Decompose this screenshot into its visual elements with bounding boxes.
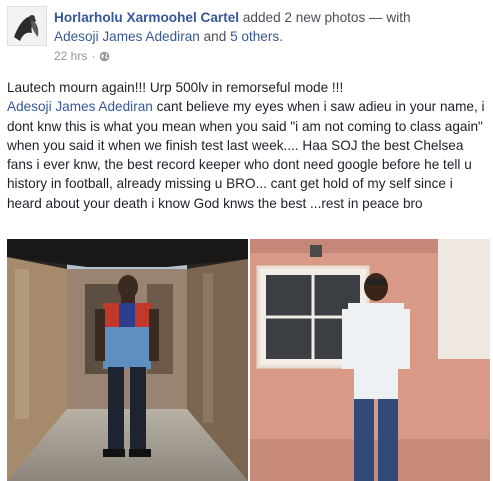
post-header-tags: Adesoji James Adediran and 5 others. bbox=[54, 28, 283, 46]
and-text: and bbox=[199, 29, 231, 44]
globe-icon[interactable] bbox=[99, 51, 110, 62]
post-text-line1: Lautech mourn again!!! Urp 500lv in remo… bbox=[7, 80, 344, 95]
tagged-person-link[interactable]: Adesoji James Adediran bbox=[54, 29, 200, 44]
post-photo-1[interactable] bbox=[7, 239, 248, 481]
photo-image-1 bbox=[7, 239, 248, 481]
post-photo-2[interactable] bbox=[250, 239, 490, 481]
post-message: Lautech mourn again!!! Urp 500lv in remo… bbox=[7, 78, 487, 213]
author-name-link[interactable]: Horlarholu Xarmoohel Cartel bbox=[54, 10, 239, 25]
post-text-body: cant believe my eyes when i saw adieu in… bbox=[7, 99, 489, 211]
post-action-text: added 2 new photos — with bbox=[239, 10, 411, 25]
photo-image-2 bbox=[250, 239, 490, 481]
avatar-image bbox=[8, 7, 46, 45]
meta-separator: · bbox=[91, 49, 96, 63]
others-link[interactable]: 5 others bbox=[230, 29, 279, 44]
post-author-avatar[interactable] bbox=[7, 6, 47, 46]
header-period: . bbox=[279, 29, 283, 44]
post-timestamp[interactable]: 22 hrs bbox=[54, 49, 87, 63]
post-meta: 22 hrs · bbox=[54, 49, 110, 63]
post-header: Horlarholu Xarmoohel Cartel added 2 new … bbox=[54, 9, 489, 27]
mention-link[interactable]: Adesoji James Adediran bbox=[7, 99, 153, 114]
